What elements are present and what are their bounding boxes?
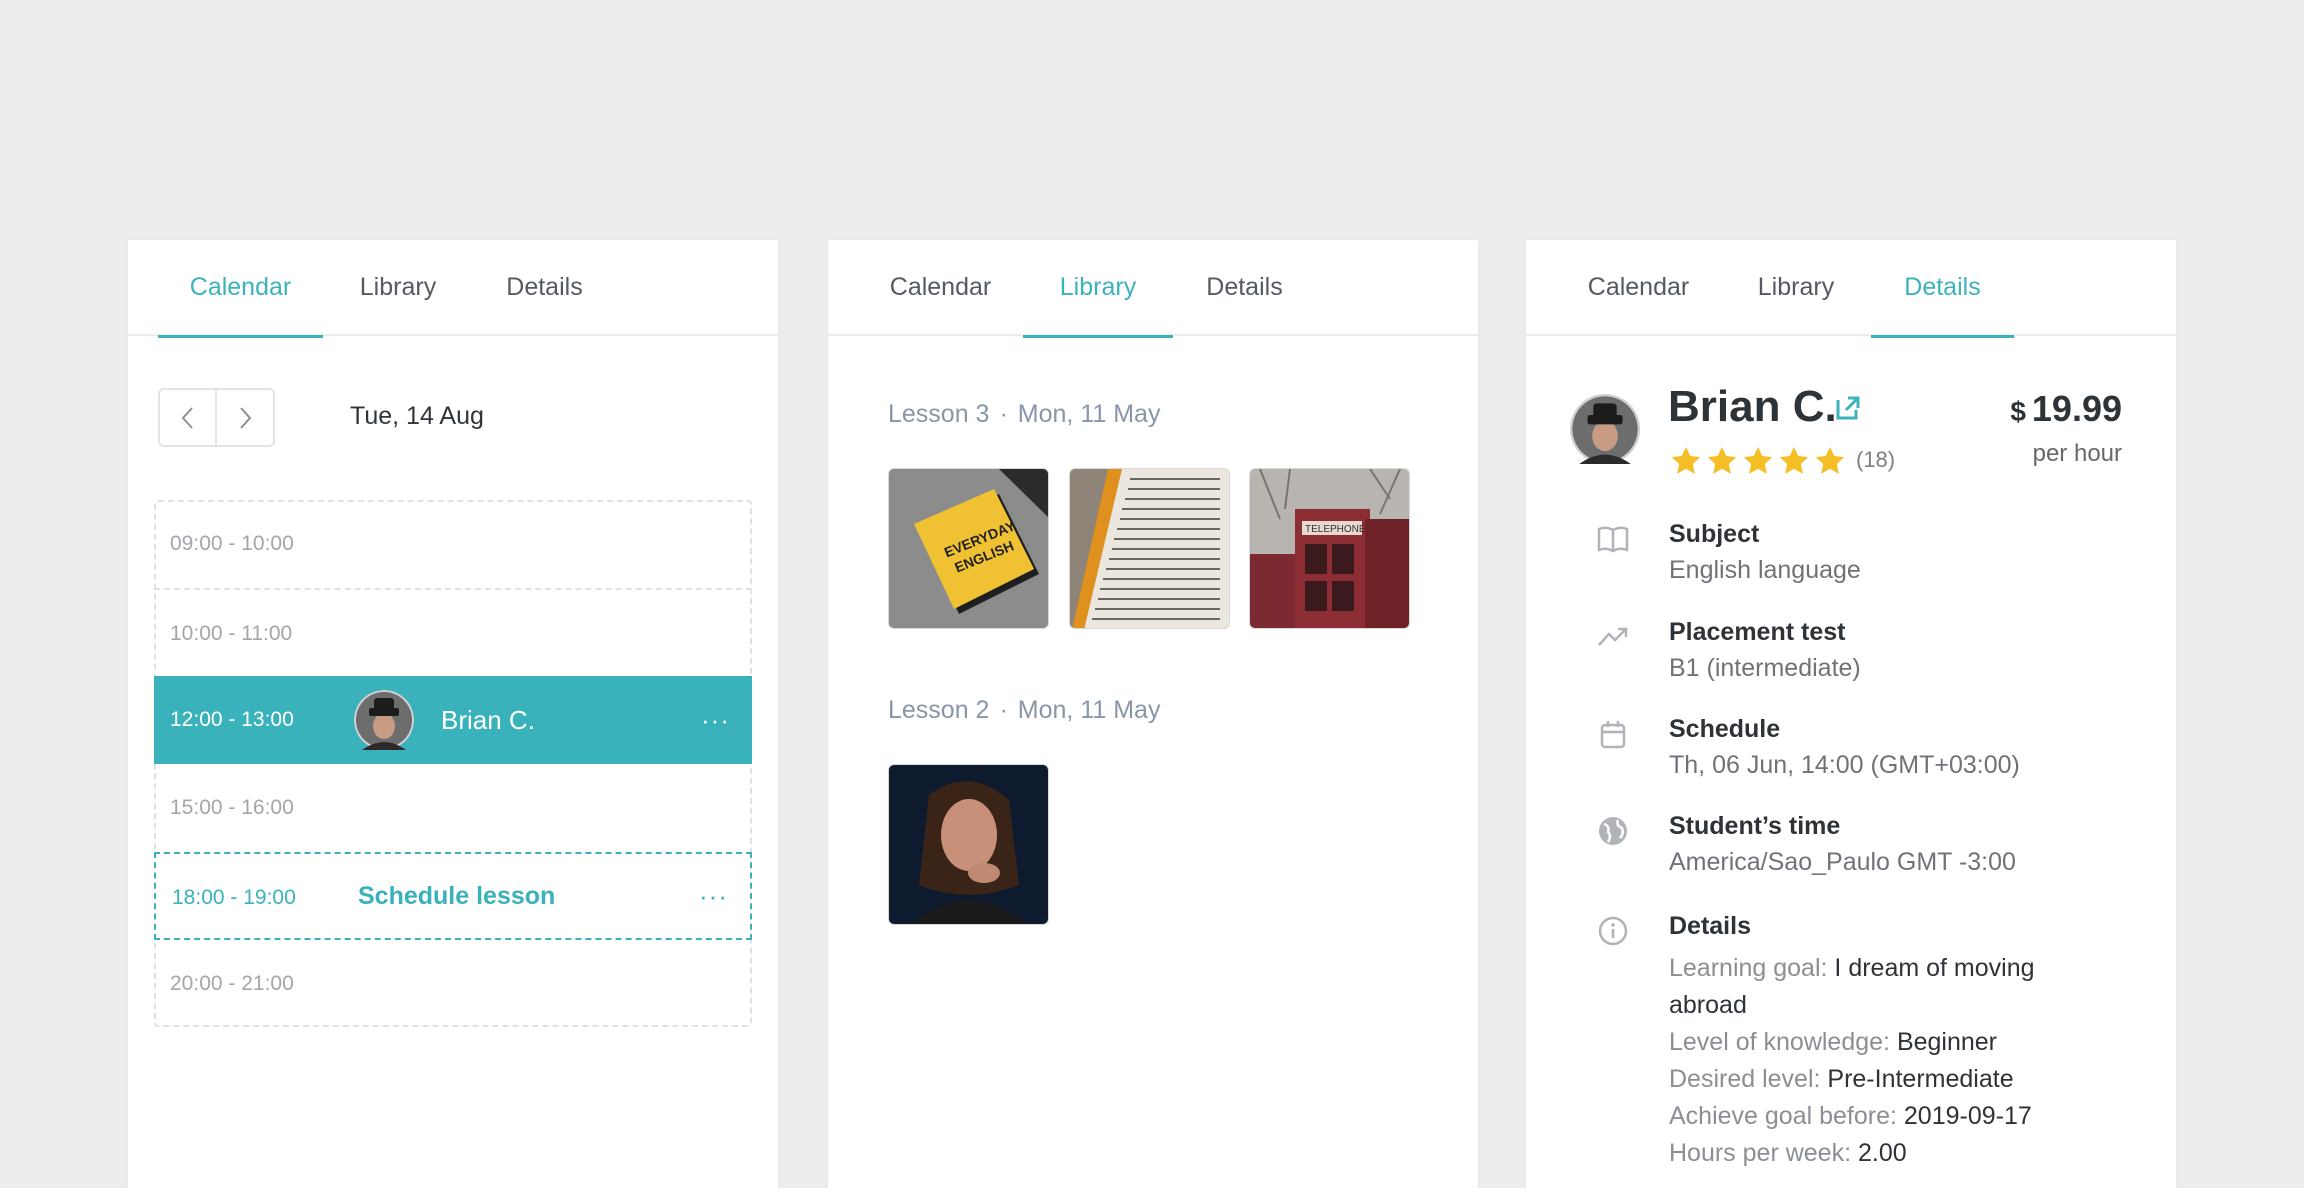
tab-library[interactable]: Library [1721, 240, 1871, 336]
price-unit: per hour [2032, 440, 2122, 467]
star-icon [1704, 444, 1740, 483]
info-icon [1598, 916, 1628, 946]
detail-line: Desired level: Pre-Intermediate [1669, 1061, 2109, 1098]
chevron-right-icon [240, 407, 252, 429]
student-avatar [354, 690, 414, 750]
tab-library[interactable]: Library [1023, 240, 1173, 338]
external-link-icon[interactable] [1834, 394, 1862, 422]
library-panel: Calendar Library Details Lesson 3 · Mon, 1… [828, 240, 1478, 1188]
detail-label: Hours per week: [1669, 1139, 1852, 1167]
star-rating [1668, 444, 1848, 483]
hourly-price: $19.99 [2010, 388, 2122, 430]
next-day-button[interactable] [217, 390, 274, 445]
tab-bar: Calendar Library Details [828, 240, 1478, 338]
material-thumbnail[interactable]: TELEPHONE [1249, 468, 1410, 629]
details-panel: Calendar Library Details Brian C. (18) $… [1526, 240, 2176, 1188]
detail-label: Level of knowledge: [1669, 1028, 1890, 1056]
detail-value: Beginner [1896, 1028, 1998, 1056]
detail-value: Th, 06 Jun, 14:00 (GMT+03:00) [1669, 751, 2020, 779]
star-icon [1740, 444, 1776, 483]
star-icon [1668, 444, 1704, 483]
time-slot[interactable]: 10:00 - 11:00 [154, 588, 752, 676]
star-icon [1812, 444, 1848, 483]
calendar-icon [1600, 721, 1626, 749]
lesson-date: Mon, 11 May [1017, 696, 1161, 724]
tab-library[interactable]: Library [323, 240, 473, 336]
detail-title: Schedule [1669, 715, 1781, 743]
detail-value: English language [1669, 556, 1861, 584]
tab-calendar[interactable]: Calendar [1556, 240, 1721, 336]
detail-label: Desired level: [1669, 1065, 1821, 1093]
time-slot[interactable]: 09:00 - 10:00 [154, 500, 752, 588]
lesson-name: Lesson 3 [888, 400, 990, 428]
time-slot-list: 09:00 - 10:00 10:00 - 11:00 12:00 - 13:0… [154, 500, 752, 1027]
slot-time: 15:00 - 16:00 [170, 796, 294, 819]
woman-portrait-image [889, 765, 1048, 924]
trending-up-icon [1598, 627, 1628, 646]
svg-text:TELEPHONE: TELEPHONE [1305, 524, 1366, 535]
detail-label: Learning goal: [1669, 954, 1828, 982]
lesson-name: Lesson 2 [888, 696, 990, 724]
red-telephone-booths-image: TELEPHONE [1250, 469, 1409, 628]
more-options-icon[interactable]: ··· [701, 676, 730, 764]
detail-value: 2019-09-17 [1903, 1102, 2032, 1130]
detail-value: Pre-Intermediate [1827, 1065, 2014, 1093]
student-name: Brian C. [441, 705, 535, 735]
slot-time: 18:00 - 19:00 [172, 886, 296, 909]
time-slot[interactable]: 20:00 - 21:00 [154, 940, 752, 1028]
current-date: Tue, 14 Aug [350, 402, 484, 430]
booked-lesson-slot[interactable]: 12:00 - 13:00 Brian C. ··· [154, 676, 752, 764]
star-icon [1776, 444, 1812, 483]
detail-line: Achieve goal before: 2019-09-17 [1669, 1098, 2109, 1135]
more-options-icon[interactable]: ··· [699, 854, 728, 938]
calendar-panel: Calendar Library Details Tue, 14 Aug 09:… [128, 240, 778, 1188]
detail-title: Student’s time [1669, 812, 1841, 840]
detail-line: Hours per week: 2.00 [1669, 1135, 2109, 1172]
price-value: 19.99 [2031, 388, 2122, 429]
detail-line: Level of knowledge: Beginner [1669, 1024, 2109, 1061]
tab-bar: Calendar Library Details [1526, 240, 2176, 338]
book-everyday-english-image: EVERYDAY ENGLISH [889, 469, 1048, 628]
details-list: Learning goal: I dream of moving abroad … [1669, 950, 2109, 1172]
rating-count: (18) [1856, 447, 1896, 472]
material-thumbnail[interactable] [1069, 468, 1230, 629]
tab-calendar[interactable]: Calendar [158, 240, 323, 338]
student-avatar [1570, 394, 1640, 464]
detail-label: Achieve goal before: [1669, 1102, 1897, 1130]
tab-calendar[interactable]: Calendar [858, 240, 1023, 336]
detail-value: 2.00 [1857, 1139, 1907, 1167]
separator: · [999, 696, 1008, 724]
schedule-lesson-slot[interactable]: 18:00 - 19:00 Schedule lesson ··· [154, 852, 752, 940]
previous-day-button[interactable] [160, 390, 217, 445]
detail-title: Details [1669, 912, 1751, 940]
currency-symbol: $ [2010, 396, 2026, 427]
separator: · [999, 400, 1008, 428]
slot-time: 10:00 - 11:00 [170, 622, 293, 645]
book-icon [1597, 526, 1629, 553]
detail-title: Placement test [1669, 618, 1846, 646]
tab-details[interactable]: Details [473, 240, 616, 336]
lesson-date: Mon, 11 May [1017, 400, 1161, 428]
material-thumbnail[interactable]: EVERYDAY ENGLISH [888, 468, 1049, 629]
date-navigation [158, 388, 275, 447]
dictionary-pages-image [1070, 469, 1229, 628]
tab-bar: Calendar Library Details [128, 240, 778, 338]
globe-icon [1599, 817, 1627, 845]
detail-value: America/Sao_Paulo GMT -3:00 [1669, 848, 2016, 876]
schedule-lesson-button[interactable]: Schedule lesson [358, 854, 555, 938]
tab-details[interactable]: Details [1173, 240, 1316, 336]
time-slot[interactable]: 15:00 - 16:00 [154, 764, 752, 852]
lesson-header: Lesson 3 · Mon, 11 May [888, 400, 1160, 429]
tab-details[interactable]: Details [1871, 240, 2014, 338]
lesson-header: Lesson 2 · Mon, 11 May [888, 696, 1160, 725]
slot-time: 12:00 - 13:00 [170, 708, 294, 731]
slot-time: 09:00 - 10:00 [170, 532, 294, 555]
student-name: Brian C. [1668, 382, 1837, 431]
chevron-left-icon [181, 407, 193, 429]
detail-title: Subject [1669, 520, 1760, 548]
detail-value: B1 (intermediate) [1669, 654, 1861, 682]
material-thumbnail[interactable] [888, 764, 1049, 925]
detail-line: Learning goal: I dream of moving abroad [1669, 950, 2109, 1024]
slot-time: 20:00 - 21:00 [170, 972, 294, 995]
